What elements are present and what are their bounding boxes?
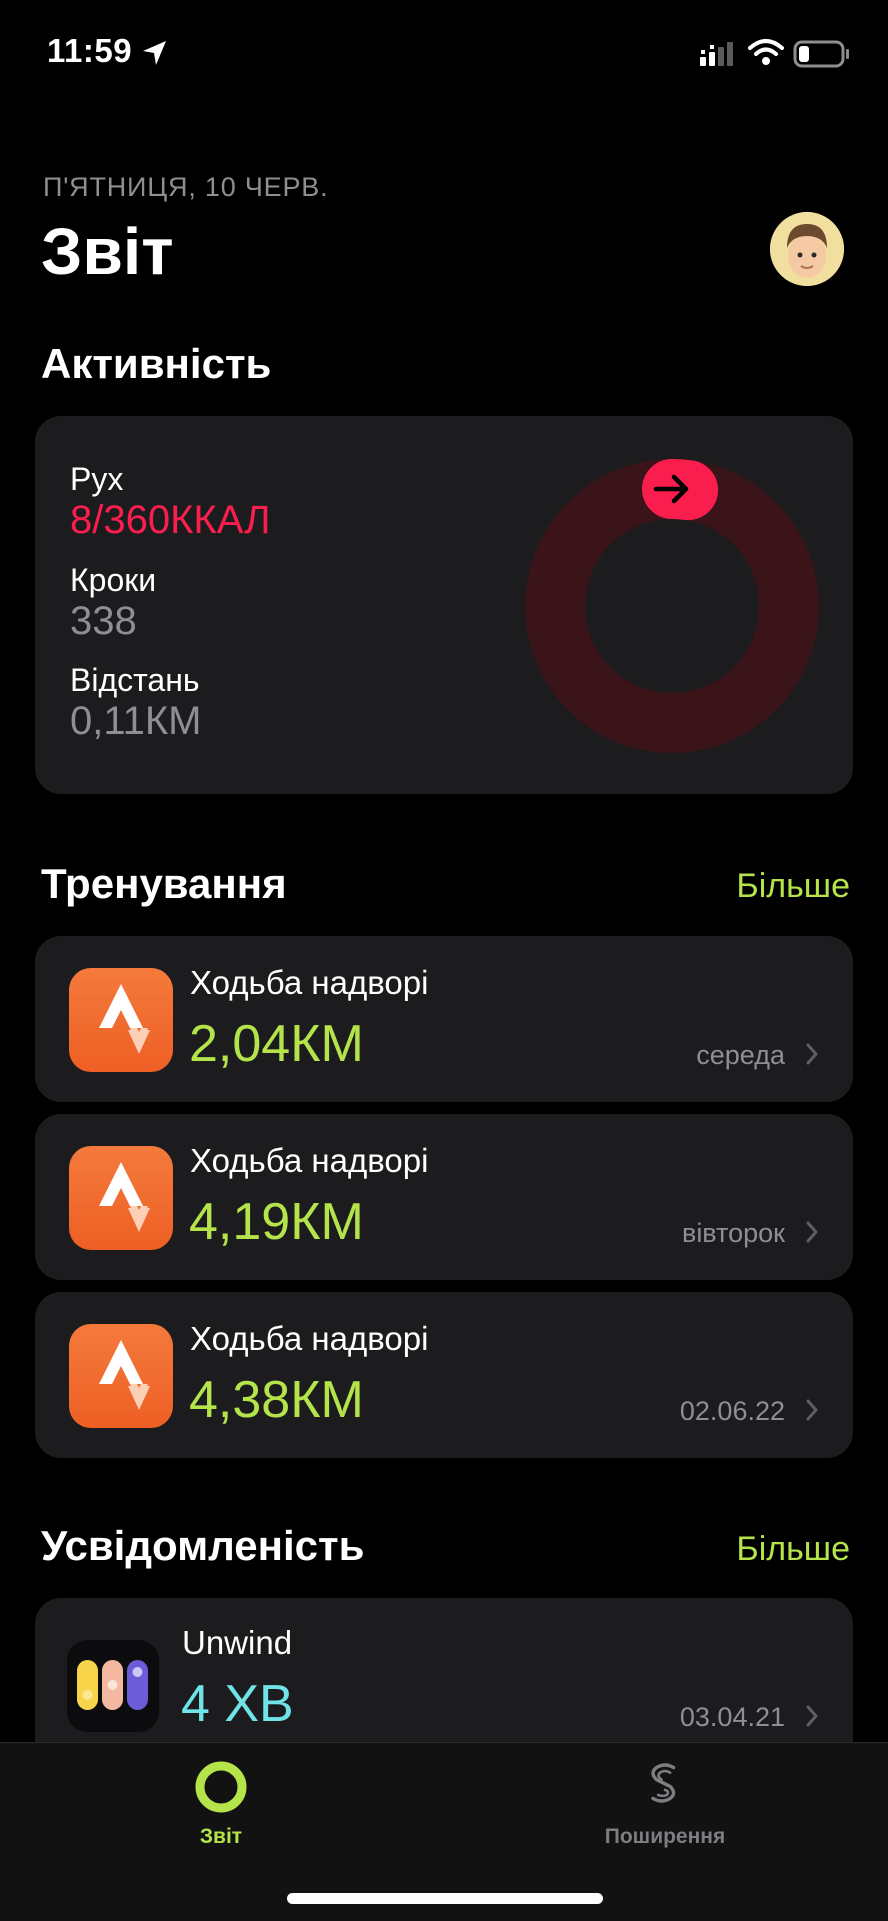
mindfulness-more-link[interactable]: Більше bbox=[736, 1530, 850, 1569]
memoji-avatar-icon bbox=[770, 212, 844, 286]
workout-distance: 4,19КМ bbox=[189, 1193, 364, 1251]
workout-date: середа bbox=[696, 1040, 785, 1070]
move-label: Рух bbox=[70, 461, 124, 497]
workouts-section-title: Тренування bbox=[41, 860, 287, 907]
page-title: Звіт bbox=[41, 214, 174, 288]
mindfulness-date: 03.04.21 bbox=[679, 1702, 785, 1732]
distance-value: 0,11КМ bbox=[70, 699, 202, 743]
workout-distance: 2,04КМ bbox=[189, 1015, 364, 1073]
wifi-icon bbox=[748, 39, 784, 65]
strava-icon bbox=[69, 1146, 173, 1250]
activity-card[interactable]: Рух 8/360ККАЛ Кроки 338 Відстань 0,11КМ bbox=[35, 416, 853, 794]
chevron-right-icon bbox=[806, 1043, 818, 1065]
mindfulness-section-title: Усвідомленість bbox=[41, 1522, 365, 1569]
move-ring bbox=[525, 459, 819, 753]
tab-sharing[interactable]: Поширення bbox=[515, 1743, 815, 1873]
ring-arrow-icon bbox=[643, 460, 701, 518]
workout-card[interactable]: Ходьба надворі 4,19КМ вівторок bbox=[35, 1114, 853, 1280]
strava-icon bbox=[69, 968, 173, 1072]
steps-value: 338 bbox=[70, 599, 137, 643]
mindfulness-duration: 4 ХВ bbox=[181, 1675, 294, 1733]
home-indicator bbox=[287, 1893, 603, 1904]
workout-distance: 4,38КМ bbox=[189, 1371, 364, 1429]
chevron-right-icon bbox=[806, 1399, 818, 1421]
workout-date: вівторок bbox=[681, 1218, 785, 1248]
tab-report[interactable]: Звіт bbox=[71, 1743, 371, 1873]
sharing-icon bbox=[651, 1763, 676, 1803]
signal-icon bbox=[700, 42, 733, 66]
steps-label: Кроки bbox=[70, 562, 157, 598]
workout-date: 02.06.22 bbox=[679, 1396, 785, 1426]
status-time: 11:59 bbox=[47, 32, 133, 69]
workout-title: Ходьба надворі bbox=[190, 964, 429, 1001]
tab-report-label: Звіт bbox=[199, 1825, 243, 1848]
location-arrow-icon bbox=[143, 41, 166, 65]
chevron-right-icon bbox=[806, 1221, 818, 1243]
workout-card[interactable]: Ходьба надворі 2,04КМ середа bbox=[35, 936, 853, 1102]
tab-sharing-label: Поширення bbox=[604, 1825, 726, 1848]
workout-title: Ходьба надворі bbox=[190, 1320, 429, 1357]
strava-icon bbox=[69, 1324, 173, 1428]
workout-title: Ходьба надворі bbox=[190, 1142, 429, 1179]
workout-card[interactable]: Ходьба надворі 4,38КМ 02.06.22 bbox=[35, 1292, 853, 1458]
unwind-app-icon bbox=[67, 1640, 159, 1732]
status-bar: 11:59 bbox=[0, 0, 888, 110]
activity-ring-icon bbox=[195, 1761, 247, 1813]
activity-section-title: Активність bbox=[41, 340, 272, 387]
workouts-more-link[interactable]: Більше bbox=[736, 867, 850, 906]
date-label: П'ЯТНИЦЯ, 10 ЧЕРВ. bbox=[43, 172, 329, 202]
mindfulness-title: Unwind bbox=[182, 1624, 293, 1661]
move-value: 8/360ККАЛ bbox=[70, 498, 271, 542]
chevron-right-icon bbox=[806, 1705, 818, 1727]
avatar[interactable] bbox=[770, 212, 844, 286]
battery-icon bbox=[793, 40, 849, 68]
distance-label: Відстань bbox=[70, 662, 200, 698]
